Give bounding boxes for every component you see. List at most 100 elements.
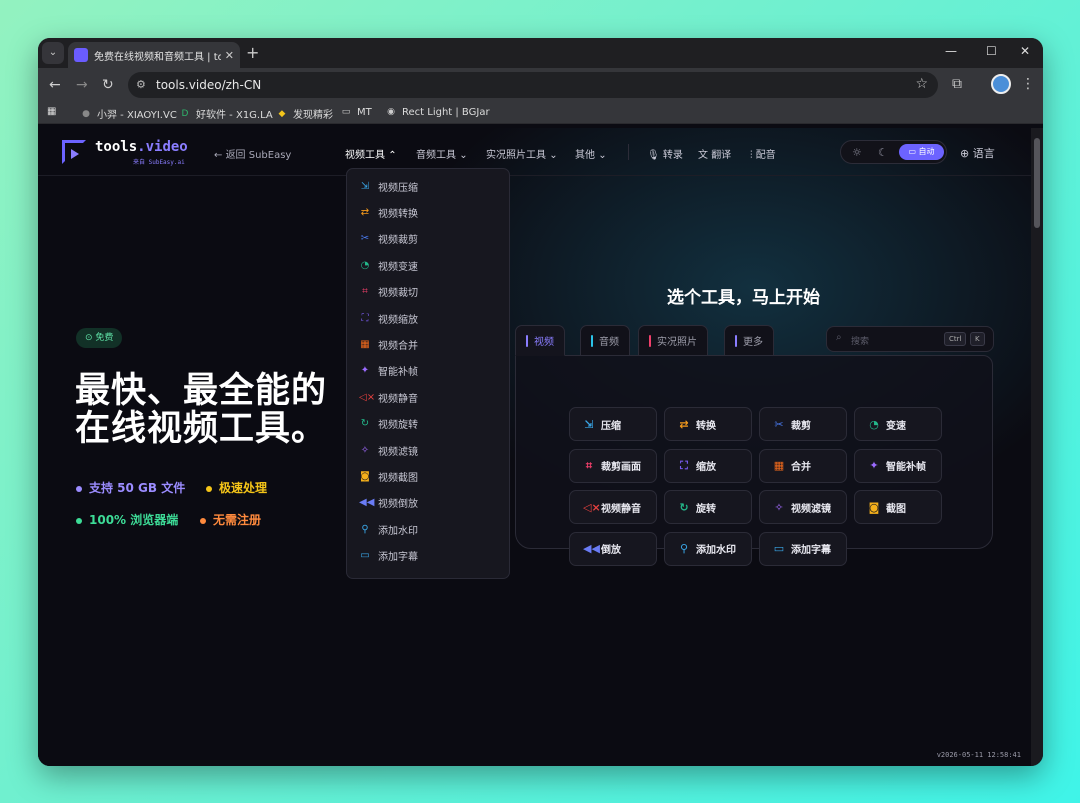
logo-text[interactable]: tools.video [95,139,188,155]
dropdown-item[interactable]: ⌗ 视频裁切 [347,279,509,305]
bookmarks-bar: ▦ ● 小羿 - XIAOYI.VC D 好软件 - X1G.LA ◆ 发现精彩 ▭ M… [38,102,1043,124]
tool-button[interactable]: ⇲ 压缩 [569,407,657,441]
nav-label: 其他 [575,150,595,161]
dropdown-item[interactable]: ▭ 添加字幕 [347,542,509,568]
bookmark-item[interactable]: ◆ 发现精彩 [276,106,333,122]
bookmark-star-icon[interactable]: ☆ [915,76,928,92]
bookmark-label: MT [357,106,372,118]
dropdown-item[interactable]: ✦ 智能补帧 [347,358,509,384]
dropdown-item[interactable]: ↻ 视频旋转 [347,411,509,437]
feature-label: 100% 浏览器端 [89,513,179,527]
bookmark-item[interactable]: ● 小羿 - XIAOYI.VC [80,106,177,122]
reload-icon[interactable]: ↻ [102,77,114,93]
nav-label: 视频工具 [345,150,385,161]
dropdown-item[interactable]: ◔ 视频变速 [347,252,509,278]
tab-video[interactable]: 视频 [515,325,565,356]
tool-button-label: 视频静音 [601,503,641,515]
nav-label: 翻译 [711,150,732,161]
tool-button[interactable]: ▭ 添加字幕 [759,531,847,566]
back-arrow-icon[interactable]: ← [49,77,61,93]
tool-search-input[interactable]: ⌕ 搜索 Ctrl K [826,326,994,352]
tool-button[interactable]: ✦ 智能补帧 [854,448,942,483]
browser-tab[interactable]: 免费在线视频和音频工具 | tools.video ✕ [68,42,240,68]
tool-button[interactable]: ⚲ 添加水印 [664,531,752,566]
nav-translate[interactable]: 文 翻译 [698,146,731,161]
moon-icon[interactable]: ☾ [878,146,888,159]
chevron-down-icon: ⌄ [549,150,558,161]
tool-button-label: 合并 [791,462,811,473]
dropdown-item[interactable]: ⇲ 视频压缩 [347,173,509,199]
bookmark-label: 小羿 - XIAOYI.VC [97,110,177,121]
stamp-icon: ⚲ [361,523,369,535]
globe-icon: ◉ [387,107,395,117]
tool-button[interactable]: ✧ 视频滤镜 [759,490,847,524]
dropdown-item[interactable]: ⛶ 视频缩放 [347,305,509,331]
site-info-icon[interactable]: ⚙ [136,78,146,91]
tool-button[interactable]: ◔ 变速 [854,407,942,441]
tab-audio[interactable]: 音频 [580,325,630,356]
address-bar[interactable]: ⚙ tools.video/zh-CN ☆ [128,72,938,98]
sparkle-icon: ✦ [360,365,370,377]
close-tab-icon[interactable]: ✕ [225,49,234,62]
tab-more[interactable]: 更多 [724,325,774,356]
dropdown-item[interactable]: ⇄ 视频转换 [347,199,509,225]
logo-icon[interactable] [62,140,86,164]
tool-button[interactable]: ◁× 视频静音 [569,490,657,524]
nav-audio-tools[interactable]: 音频工具 ⌄ [416,146,468,161]
tool-button[interactable]: ⌗ 裁剪画面 [569,448,657,483]
extensions-icon[interactable]: ⧉ [952,76,962,92]
nav-video-tools[interactable]: 视频工具 ⌃ [345,146,397,161]
tool-button[interactable]: ⇄ 转换 [664,407,752,441]
nav-live-photo-tools[interactable]: 实况照片工具 ⌄ [486,146,558,161]
maximize-icon[interactable]: ☐ [986,44,997,58]
bullet-dot [76,517,82,524]
nav-transcribe[interactable]: 🎙︎ 转录 [647,146,683,161]
language-button[interactable]: ⊕ 语言 [960,145,995,161]
bookmark-item[interactable]: ▭ MT [340,106,372,118]
profile-avatar[interactable] [991,74,1011,94]
tab-live-photo[interactable]: 实况照片 [638,325,708,356]
dropdown-item[interactable]: ▦ 视频合并 [347,331,509,357]
tool-button[interactable]: ✂ 裁剪 [759,407,847,441]
tool-button[interactable]: ⛶ 缩放 [664,448,752,483]
logo-name: tools [95,139,138,155]
hero-title: 最快、最全能的 在线视频工具。 [75,372,327,448]
page-scrollbar[interactable] [1031,128,1043,766]
back-to-subeasy-link[interactable]: ← 返回 SubEasy [214,146,291,161]
nav-dubbing[interactable]: ⫶ 配音 [750,146,776,161]
convert-icon: ⇄ [360,207,370,219]
tool-button[interactable]: ◙ 截图 [854,490,942,524]
scrollbar-thumb[interactable] [1034,138,1040,228]
theme-auto-button[interactable]: ▭ 自动 [899,144,944,160]
tool-button-label: 视频滤镜 [791,503,831,515]
bookmark-item[interactable]: D 好软件 - X1G.LA [179,106,273,122]
minimize-icon[interactable]: — [945,44,957,58]
rewind-icon: ◀◀ [359,497,375,509]
dropdown-item-label: 视频倒放 [378,499,418,511]
tool-button[interactable]: ◀◀ 倒放 [569,531,657,566]
sun-icon[interactable]: ☼ [852,146,862,159]
tool-button[interactable]: ▦ 合并 [759,448,847,483]
dropdown-item-label: 视频变速 [378,261,418,273]
nav-other[interactable]: 其他 ⌄ [575,146,607,161]
check-circle-icon: ⊙ [85,333,96,343]
new-tab-icon[interactable]: + [246,43,259,62]
tab-accent [649,334,651,347]
tab-accent [591,334,593,347]
forward-arrow-icon[interactable]: → [76,77,88,93]
dropdown-item[interactable]: ◁× 视频静音 [347,384,509,410]
camera-icon: ◙ [868,500,880,514]
close-window-icon[interactable]: ✕ [1020,44,1030,58]
dropdown-item[interactable]: ✂ 视频裁剪 [347,226,509,252]
apps-grid-icon[interactable]: ▦ [47,106,56,117]
tool-button[interactable]: ↻ 旋转 [664,490,752,524]
scissors-icon: ✂ [774,417,784,431]
kebab-menu-icon[interactable]: ⋮ [1021,76,1035,92]
dropdown-item[interactable]: ◀◀ 视频倒放 [347,490,509,516]
dropdown-item[interactable]: ⚲ 添加水印 [347,516,509,542]
feature-item: 极速处理 [206,479,267,496]
tab-search-icon[interactable]: ⌄ [42,42,64,64]
dropdown-item[interactable]: ◙ 视频截图 [347,463,509,489]
bookmark-item[interactable]: ◉ Rect Light | BGJar [385,106,490,118]
dropdown-item[interactable]: ✧ 视频滤镜 [347,437,509,463]
